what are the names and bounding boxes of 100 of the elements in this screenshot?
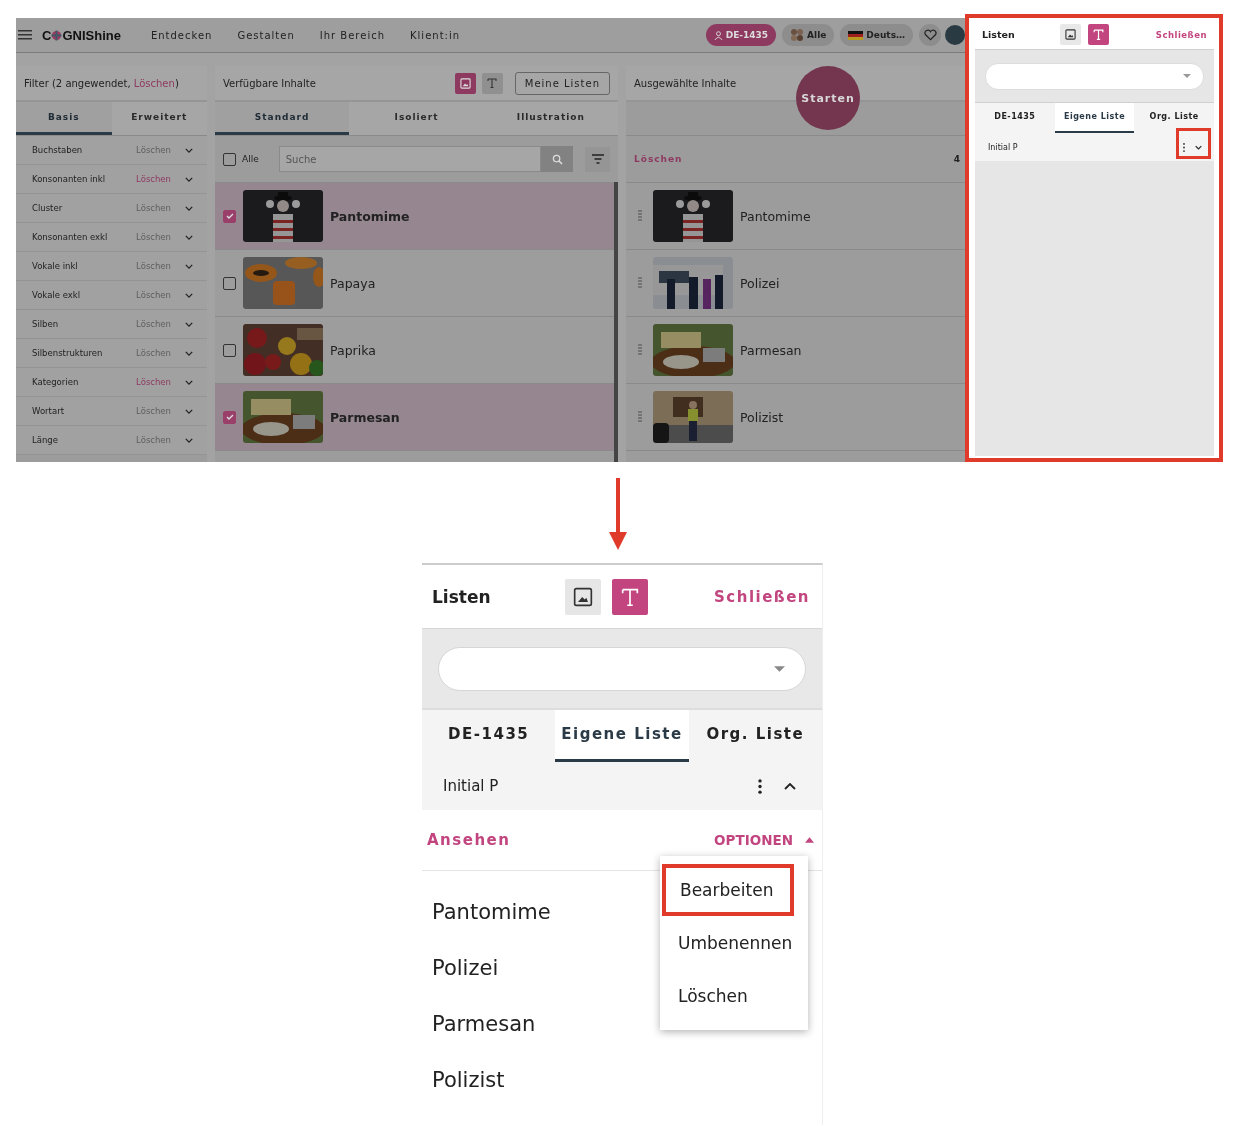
- nav-link[interactable]: Klient:in: [410, 29, 461, 41]
- content-name: Pantomime: [330, 208, 410, 224]
- image-view-button[interactable]: [565, 578, 601, 615]
- content-name: Parmesan: [740, 342, 802, 358]
- content-tab[interactable]: Standard: [215, 102, 350, 135]
- filter-name: Silbenstrukturen: [32, 348, 104, 358]
- drag-handle-icon[interactable]: [638, 210, 642, 222]
- more-icon[interactable]: [758, 778, 762, 794]
- list-tab[interactable]: Org. Liste: [1134, 103, 1214, 133]
- filter-name: Silben: [32, 319, 60, 329]
- content-row[interactable]: Parmesan: [215, 384, 614, 451]
- my-lists-button[interactable]: Meine Listen: [514, 71, 610, 95]
- selected-row[interactable]: Polizist: [626, 384, 965, 451]
- selected-row[interactable]: Polizei: [626, 250, 965, 317]
- chevron-down-icon[interactable]: [185, 263, 193, 269]
- options-button[interactable]: OPTIONEN: [714, 832, 814, 848]
- filter-row[interactable]: Cluster Löschen: [16, 194, 207, 223]
- filter-row[interactable]: Silbenstrukturen Löschen: [16, 339, 207, 368]
- user-chip[interactable]: DE-1435: [705, 24, 777, 46]
- list-row[interactable]: Initial P: [975, 133, 1214, 161]
- nav-link[interactable]: Entdecken: [150, 29, 213, 41]
- filter-name: Wortart: [32, 406, 65, 416]
- text-view-button[interactable]: [481, 72, 503, 94]
- selected-row[interactable]: Pantomime: [626, 183, 965, 250]
- filter-row[interactable]: Konsonanten inkl Löschen: [16, 165, 207, 194]
- check-icon: [224, 412, 235, 422]
- menu-item[interactable]: Umbenennen: [660, 916, 808, 969]
- search-field[interactable]: Suche: [278, 146, 541, 172]
- list-word: Pantomime: [432, 899, 552, 926]
- list-tab[interactable]: DE-1435: [422, 710, 556, 762]
- close-link[interactable]: Schließen: [1155, 29, 1207, 40]
- chevron-down-icon[interactable]: [185, 437, 193, 443]
- text-view-button[interactable]: [1088, 24, 1109, 45]
- filter-button[interactable]: [585, 146, 610, 172]
- person-icon: [713, 30, 723, 40]
- filter-row[interactable]: Buchstaben Löschen: [16, 136, 207, 165]
- chevron-down-icon[interactable]: [1195, 144, 1202, 150]
- selected-row[interactable]: Parmesan: [626, 317, 965, 384]
- content-tab[interactable]: Isoliert: [349, 102, 484, 135]
- menu-icon[interactable]: [18, 30, 32, 40]
- checkbox[interactable]: [223, 209, 236, 223]
- text-icon: [1092, 28, 1105, 41]
- text-view-button[interactable]: [612, 578, 648, 615]
- start-button[interactable]: Starten: [796, 66, 860, 130]
- favorites-button[interactable]: [919, 24, 941, 46]
- filter-name: Kategorien: [32, 377, 80, 387]
- filter-row[interactable]: Länge Löschen: [16, 426, 207, 455]
- image-icon: [1065, 29, 1076, 40]
- panel-title: Listen: [432, 586, 492, 607]
- group-chip[interactable]: Alle: [782, 24, 835, 46]
- filter-tab[interactable]: Erweitert: [111, 102, 207, 135]
- chevron-down-icon[interactable]: [185, 205, 193, 211]
- drag-handle-icon[interactable]: [638, 344, 642, 356]
- filter-name: Cluster: [32, 203, 64, 213]
- chevron-down-icon[interactable]: [185, 176, 193, 182]
- nav-link[interactable]: Gestalten: [237, 29, 295, 41]
- view-link[interactable]: Ansehen: [427, 831, 511, 849]
- menu-item[interactable]: Löschen: [660, 969, 808, 1022]
- chevron-down-icon[interactable]: [185, 292, 193, 298]
- content-tab[interactable]: Illustration: [483, 102, 618, 135]
- filter-row[interactable]: Wortart Löschen: [16, 397, 207, 426]
- caret-up-icon: [805, 837, 814, 843]
- image-icon: [573, 586, 593, 607]
- language-chip[interactable]: Deuts…: [840, 24, 913, 46]
- content-row[interactable]: Pantomime: [215, 183, 614, 250]
- filter-row[interactable]: Konsonanten exkl Löschen: [16, 223, 207, 252]
- clear-filters-link[interactable]: Löschen: [133, 77, 175, 89]
- checkbox[interactable]: [223, 410, 236, 424]
- chevron-down-icon[interactable]: [185, 234, 193, 240]
- filter-row[interactable]: Kategorien Löschen: [16, 368, 207, 397]
- avatar-icon[interactable]: [945, 25, 965, 45]
- drag-handle-icon[interactable]: [638, 411, 642, 423]
- filter-name: Konsonanten exkl: [32, 232, 109, 242]
- list-word: Polizei: [432, 955, 500, 982]
- checkbox[interactable]: [223, 276, 236, 290]
- chevron-down-icon[interactable]: [185, 408, 193, 414]
- chevron-up-icon[interactable]: [784, 782, 796, 790]
- checkbox[interactable]: [223, 152, 236, 166]
- chevron-down-icon[interactable]: [185, 321, 193, 327]
- chevron-down-icon[interactable]: [185, 350, 193, 356]
- list-tab[interactable]: Org. Liste: [688, 710, 822, 762]
- menu-item[interactable]: Bearbeiten: [662, 864, 794, 916]
- chevron-down-icon[interactable]: [185, 147, 193, 153]
- list-row[interactable]: Initial P: [422, 762, 822, 810]
- logo[interactable]: C GNIShine: [42, 27, 121, 43]
- filter-tab[interactable]: Basis: [16, 102, 112, 135]
- filter-name: Länge: [32, 435, 59, 445]
- filter-row[interactable]: Silben Löschen: [16, 310, 207, 339]
- drag-handle-icon[interactable]: [638, 277, 642, 289]
- content-name: Pantomime: [740, 208, 811, 224]
- nav-link[interactable]: Ihr Bereich: [319, 29, 386, 41]
- content-name: Paprika: [330, 342, 376, 358]
- chevron-down-icon[interactable]: [185, 379, 193, 385]
- close-link[interactable]: Schließen: [714, 587, 810, 606]
- flag-icon: [848, 30, 864, 40]
- list-tab[interactable]: DE-1435: [975, 103, 1055, 133]
- filter-row[interactable]: Vokale inkl Löschen: [16, 252, 207, 281]
- filter-row[interactable]: Vokale exkl Löschen: [16, 281, 207, 310]
- checkbox[interactable]: [223, 343, 236, 357]
- text-icon: [486, 77, 499, 89]
